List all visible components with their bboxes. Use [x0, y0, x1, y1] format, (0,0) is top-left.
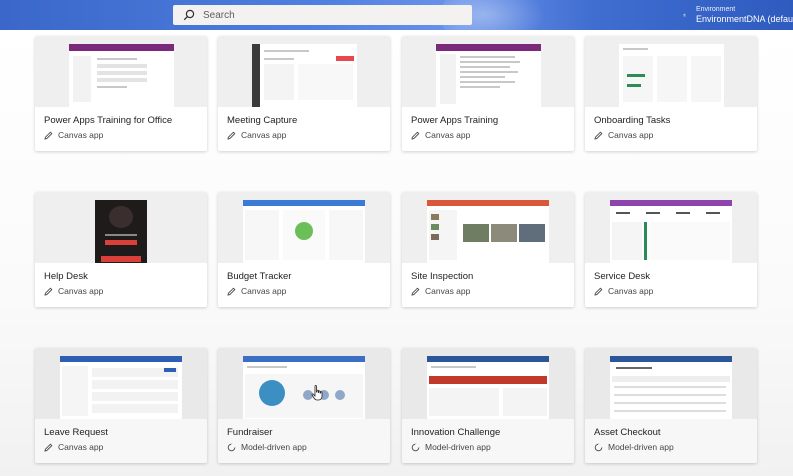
- app-card-help-desk[interactable]: Help Desk Canvas app: [35, 192, 207, 307]
- app-type: Canvas app: [411, 130, 470, 140]
- app-type: Model-driven app: [594, 442, 674, 452]
- search-placeholder: Search: [203, 9, 235, 21]
- app-card-budget-tracker[interactable]: Budget Tracker Canvas app: [218, 192, 390, 307]
- app-title: Innovation Challenge: [411, 427, 501, 438]
- model-driven-icon: [411, 443, 420, 451]
- app-type-label: Canvas app: [608, 286, 654, 296]
- app-title: Site Inspection: [411, 271, 474, 282]
- environment-picker[interactable]: Environment EnvironmentDNA (defau: [683, 2, 793, 28]
- app-title: Budget Tracker: [227, 271, 292, 282]
- app-type: Canvas app: [227, 130, 286, 140]
- app-card-meeting-capture[interactable]: Meeting Capture Canvas app: [218, 36, 390, 151]
- app-title: Power Apps Training: [411, 115, 499, 126]
- pencil-icon: [411, 287, 420, 296]
- app-thumbnail: [218, 192, 390, 263]
- hand-cursor-icon: [311, 385, 323, 401]
- app-card-service-desk[interactable]: Service Desk Canvas app: [585, 192, 757, 307]
- model-driven-icon: [227, 443, 236, 451]
- app-card-leave-request[interactable]: Leave Request Canvas app: [35, 348, 207, 463]
- app-thumbnail: [35, 348, 207, 419]
- app-thumbnail: [402, 192, 574, 263]
- app-card-innovation-challenge[interactable]: Innovation Challenge Model-driven app: [402, 348, 574, 463]
- app-card-asset-checkout[interactable]: Asset Checkout Model-driven app: [585, 348, 757, 463]
- app-title: Asset Checkout: [594, 427, 661, 438]
- app-type-label: Canvas app: [58, 442, 104, 452]
- app-type: Canvas app: [594, 130, 653, 140]
- app-title: Leave Request: [44, 427, 108, 438]
- app-gallery: Power Apps Training for Office Canvas ap…: [0, 30, 793, 476]
- app-thumbnail: [35, 192, 207, 263]
- app-thumbnail: [402, 36, 574, 107]
- app-type: Canvas app: [44, 442, 103, 452]
- app-type: Model-driven app: [227, 442, 307, 452]
- app-type: Canvas app: [44, 286, 103, 296]
- app-type-label: Canvas app: [241, 130, 287, 140]
- app-type-label: Model-driven app: [241, 442, 307, 452]
- environment-icon: [683, 13, 686, 17]
- pencil-icon: [44, 287, 53, 296]
- search-icon: [183, 9, 195, 21]
- pencil-icon: [44, 443, 53, 452]
- app-type: Canvas app: [44, 130, 103, 140]
- pencil-icon: [44, 131, 53, 140]
- app-type-label: Canvas app: [58, 286, 104, 296]
- app-type: Canvas app: [227, 286, 286, 296]
- environment-label: Environment: [695, 6, 736, 13]
- pencil-icon: [594, 131, 603, 140]
- pencil-icon: [411, 131, 420, 140]
- app-thumbnail: [218, 348, 390, 419]
- app-card-power-apps-training-for-office[interactable]: Power Apps Training for Office Canvas ap…: [35, 36, 207, 151]
- app-type-label: Model-driven app: [425, 442, 491, 452]
- app-type-label: Canvas app: [608, 130, 654, 140]
- app-title: Power Apps Training for Office: [44, 115, 173, 126]
- app-type-label: Canvas app: [425, 130, 471, 140]
- pencil-icon: [227, 287, 236, 296]
- top-bar: Search Environment EnvironmentDNA (defau: [0, 0, 793, 30]
- app-title: Meeting Capture: [227, 115, 298, 126]
- app-type-label: Canvas app: [241, 286, 287, 296]
- app-card-fundraiser[interactable]: Fundraiser Model-driven app: [218, 348, 390, 463]
- app-thumbnail: [35, 36, 207, 107]
- app-thumbnail: [585, 36, 757, 107]
- app-card-power-apps-training[interactable]: Power Apps Training Canvas app: [402, 36, 574, 151]
- app-title: Fundraiser: [227, 427, 273, 438]
- app-title: Service Desk: [594, 271, 650, 282]
- search-box[interactable]: Search: [173, 5, 472, 25]
- model-driven-icon: [594, 443, 603, 451]
- app-type: Canvas app: [594, 286, 653, 296]
- app-thumbnail: [585, 348, 757, 419]
- app-card-onboarding-tasks[interactable]: Onboarding Tasks Canvas app: [585, 36, 757, 151]
- app-thumbnail: [402, 348, 574, 419]
- app-thumbnail: [218, 36, 390, 107]
- pencil-icon: [227, 131, 236, 140]
- app-type-label: Canvas app: [425, 286, 471, 296]
- app-thumbnail: [585, 192, 757, 263]
- app-type-label: Model-driven app: [608, 442, 674, 452]
- pencil-icon: [594, 287, 603, 296]
- app-type: Canvas app: [411, 286, 470, 296]
- environment-name: EnvironmentDNA (defau: [695, 14, 793, 24]
- app-type: Model-driven app: [411, 442, 491, 452]
- app-title: Help Desk: [44, 271, 88, 282]
- app-type-label: Canvas app: [58, 130, 104, 140]
- app-card-site-inspection[interactable]: Site Inspection Canvas app: [402, 192, 574, 307]
- app-title: Onboarding Tasks: [594, 115, 671, 126]
